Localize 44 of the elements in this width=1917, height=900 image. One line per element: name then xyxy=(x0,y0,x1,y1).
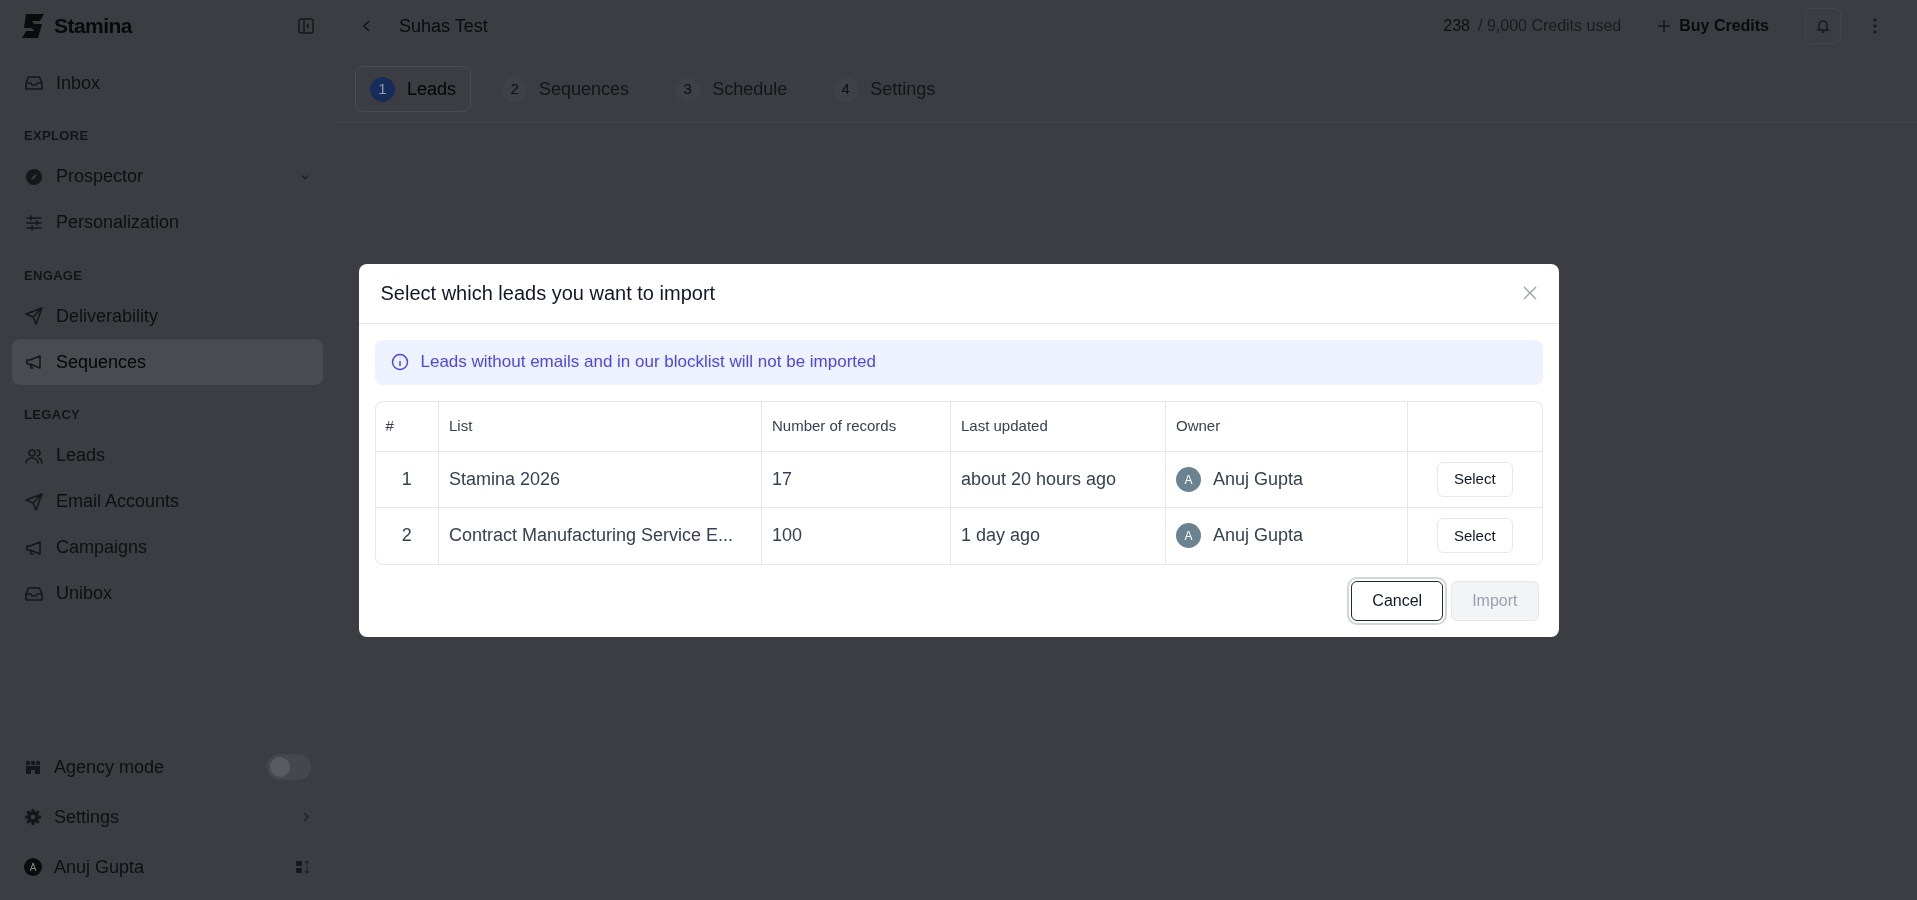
table-cell: about 20 hours ago xyxy=(950,451,1166,508)
table-cell: Stamina 2026 xyxy=(438,451,762,508)
info-icon xyxy=(390,353,409,371)
building-icon xyxy=(24,758,42,776)
table-cell: 2 xyxy=(375,507,439,564)
column-header: Last updated xyxy=(950,401,1166,452)
select-button[interactable]: Select xyxy=(1436,462,1513,497)
plus-icon xyxy=(1657,19,1672,33)
megaphone-icon xyxy=(24,352,44,372)
table-cell: 17 xyxy=(761,451,951,508)
more-icon[interactable] xyxy=(1873,18,1877,34)
compass-icon xyxy=(24,166,44,187)
bell-icon xyxy=(1815,18,1831,34)
logo-icon xyxy=(20,14,46,38)
inbox-icon xyxy=(24,73,44,93)
table-cell: Contract Manufacturing Service E... xyxy=(438,507,762,564)
step-tab[interactable]: 1 Leads xyxy=(355,66,472,112)
column-header: Owner xyxy=(1165,401,1408,452)
table-cell: 1 xyxy=(375,451,439,508)
column-header: List xyxy=(438,401,762,452)
sidebar-item[interactable]: Sequences xyxy=(12,339,323,385)
agency-mode-toggle[interactable] xyxy=(267,754,311,780)
owner-name: Anuj Gupta xyxy=(1213,468,1304,491)
switch-icon xyxy=(295,859,311,875)
sidebar-toggle-icon[interactable] xyxy=(297,17,315,35)
column-header: Number of records xyxy=(761,401,951,452)
column-header: # xyxy=(375,401,439,452)
settings-icon xyxy=(24,808,42,826)
chevron-right-icon xyxy=(301,811,311,823)
send-icon xyxy=(24,491,44,512)
user-avatar: A xyxy=(24,858,42,876)
brand-name: Stamina xyxy=(54,13,133,40)
sliders-icon xyxy=(24,212,44,233)
select-button[interactable]: Select xyxy=(1436,518,1513,554)
close-icon[interactable] xyxy=(1522,286,1537,300)
table-cell: 100 xyxy=(761,507,951,564)
owner-avatar: A xyxy=(1176,467,1201,492)
table-cell: 1 day ago xyxy=(950,507,1166,564)
info-message: Leads without emails and in our blocklist will not be imported xyxy=(420,351,876,374)
dialog-title: Select which leads you want to import xyxy=(380,281,716,306)
send-icon xyxy=(24,306,44,326)
owner-avatar: A xyxy=(1176,523,1201,549)
owner-name: Anuj Gupta xyxy=(1213,524,1304,548)
notification-button[interactable] xyxy=(1805,8,1841,44)
